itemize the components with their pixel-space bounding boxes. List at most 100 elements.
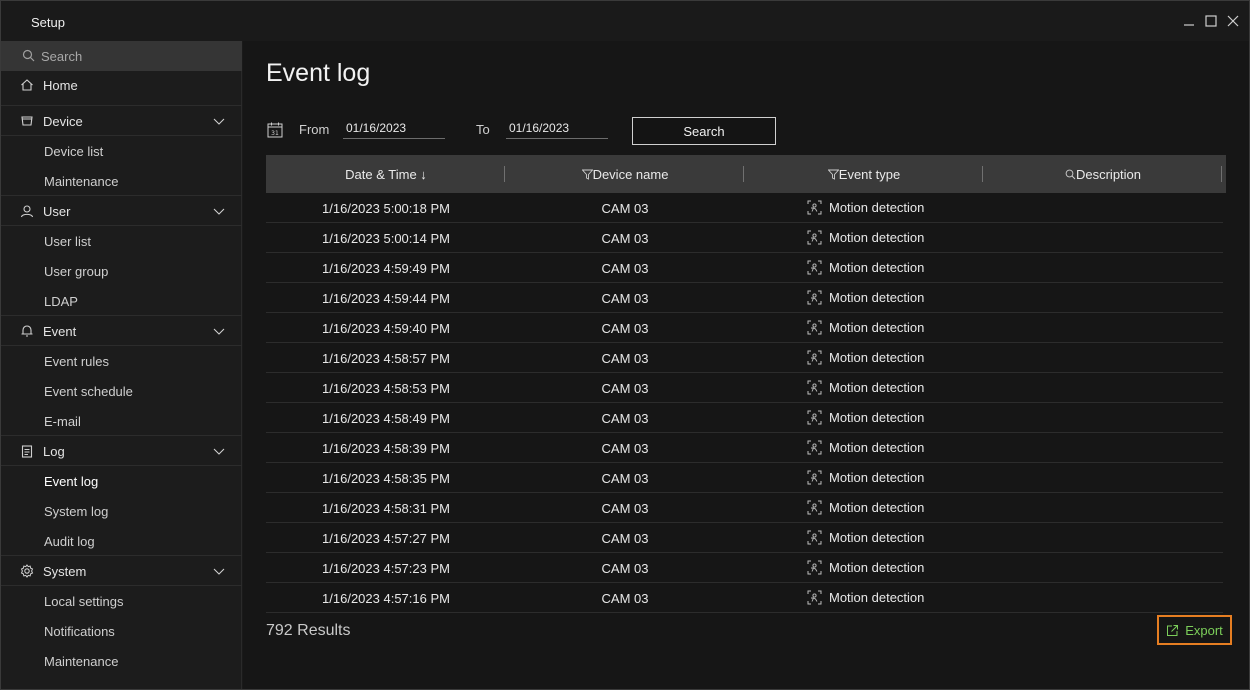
sidebar-item-user-group[interactable]: User group — [1, 256, 242, 286]
motion-detection-icon — [807, 440, 822, 455]
table-row[interactable]: 1/16/2023 4:57:27 PM CAM 03 Motion detecti… — [266, 523, 1223, 553]
event-type-label: Motion detection — [829, 380, 925, 395]
cell-datetime: 1/16/2023 4:58:39 PM — [322, 441, 450, 456]
cell-device-name: CAM 03 — [601, 321, 649, 336]
sidebar-item-audit-log[interactable]: Audit log — [1, 526, 242, 556]
cell-device-name: CAM 03 — [601, 351, 649, 366]
cell-datetime: 1/16/2023 4:59:40 PM — [322, 321, 450, 336]
cell-device-name: CAM 03 — [601, 411, 649, 426]
cell-event-type: Motion detection — [807, 440, 924, 455]
sidebar-item-ldap[interactable]: LDAP — [1, 286, 242, 316]
column-header-datetime[interactable]: Date & Time ↓ — [266, 155, 506, 193]
sidebar-item-notifications[interactable]: Notifications — [1, 616, 242, 646]
sidebar-item-local-settings[interactable]: Local settings — [1, 586, 242, 616]
export-button[interactable]: Export — [1157, 615, 1232, 645]
cell-datetime: 1/16/2023 4:58:49 PM — [322, 411, 450, 426]
table-row[interactable]: 1/16/2023 4:58:57 PM CAM 03 Motion detecti… — [266, 343, 1223, 373]
sidebar-item-event-log[interactable]: Event log — [1, 466, 242, 496]
motion-detection-icon — [807, 410, 822, 425]
close-icon[interactable] — [1225, 13, 1241, 29]
minimize-icon[interactable] — [1181, 13, 1197, 29]
column-header-event-type[interactable]: Event type — [744, 155, 984, 193]
sidebar-search-input[interactable] — [41, 41, 231, 71]
table-body: 1/16/2023 5:00:18 PM CAM 03 Motion detecti… — [266, 193, 1226, 613]
cell-event-type: Motion detection — [807, 320, 924, 335]
sidebar-item-event-schedule[interactable]: Event schedule — [1, 376, 242, 406]
chevron-down-icon — [213, 328, 225, 335]
to-date-field[interactable] — [506, 117, 608, 139]
column-divider[interactable] — [1221, 166, 1222, 182]
search-button[interactable]: Search — [632, 117, 776, 145]
sidebar-item-email[interactable]: E-mail — [1, 406, 242, 436]
date-filter-bar: 31 From To Search — [266, 117, 1246, 147]
cell-device-name: CAM 03 — [601, 381, 649, 396]
event-type-label: Motion detection — [829, 260, 925, 275]
sidebar-item-user-list[interactable]: User list — [1, 226, 242, 256]
cell-event-type: Motion detection — [807, 260, 924, 275]
event-type-label: Motion detection — [829, 500, 925, 515]
chevron-down-icon — [213, 568, 225, 575]
filter-icon[interactable] — [827, 169, 839, 180]
event-type-label: Motion detection — [829, 590, 925, 605]
cell-datetime: 1/16/2023 4:59:44 PM — [322, 291, 450, 306]
event-type-label: Motion detection — [829, 470, 925, 485]
table-row[interactable]: 1/16/2023 4:59:40 PM CAM 03 Motion detecti… — [266, 313, 1223, 343]
cell-datetime: 1/16/2023 4:57:27 PM — [322, 531, 450, 546]
from-label: From — [299, 122, 330, 137]
to-label: To — [476, 122, 490, 137]
table-row[interactable]: 1/16/2023 4:58:49 PM CAM 03 Motion detecti… — [266, 403, 1223, 433]
motion-detection-icon — [807, 380, 822, 395]
column-header-device-name[interactable]: Device name — [505, 155, 745, 193]
from-date-field[interactable] — [343, 117, 445, 139]
main-panel: Event log 31 From To Search Date & Time … — [243, 41, 1249, 689]
event-log-table: Date & Time ↓ Device name Event type Des… — [266, 155, 1226, 613]
page-title: Event log — [266, 59, 371, 87]
gear-icon — [20, 564, 34, 578]
table-row[interactable]: 1/16/2023 4:58:31 PM CAM 03 Motion detecti… — [266, 493, 1223, 523]
cell-device-name: CAM 03 — [601, 561, 649, 576]
sidebar-group-user[interactable]: User — [1, 196, 242, 226]
sidebar-item-system-maintenance[interactable]: Maintenance — [1, 646, 242, 676]
table-row[interactable]: 1/16/2023 4:57:16 PM CAM 03 Motion detecti… — [266, 583, 1223, 613]
table-row[interactable]: 1/16/2023 4:57:23 PM CAM 03 Motion detecti… — [266, 553, 1223, 583]
chevron-down-icon — [213, 208, 225, 215]
sidebar-item-event-rules[interactable]: Event rules — [1, 346, 242, 376]
table-row[interactable]: 1/16/2023 5:00:14 PM CAM 03 Motion detecti… — [266, 223, 1223, 253]
cell-device-name: CAM 03 — [601, 261, 649, 276]
search-icon[interactable] — [1065, 169, 1076, 180]
table-row[interactable]: 1/16/2023 5:00:18 PM CAM 03 Motion detecti… — [266, 193, 1223, 223]
motion-detection-icon — [807, 530, 822, 545]
sidebar-item-home[interactable]: Home — [1, 71, 242, 106]
cell-datetime: 1/16/2023 4:58:35 PM — [322, 471, 450, 486]
table-row[interactable]: 1/16/2023 4:58:53 PM CAM 03 Motion detecti… — [266, 373, 1223, 403]
cell-datetime: 1/16/2023 4:57:16 PM — [322, 591, 450, 606]
home-icon — [21, 79, 33, 91]
column-header-description[interactable]: Description — [983, 155, 1223, 193]
calendar-icon[interactable]: 31 — [266, 121, 284, 139]
table-row[interactable]: 1/16/2023 4:58:39 PM CAM 03 Motion detecti… — [266, 433, 1223, 463]
cell-datetime: 1/16/2023 4:58:31 PM — [322, 501, 450, 516]
cell-datetime: 1/16/2023 5:00:14 PM — [322, 231, 450, 246]
sidebar-item-device-list[interactable]: Device list — [1, 136, 242, 166]
sidebar-group-system[interactable]: System — [1, 556, 242, 586]
chevron-down-icon — [213, 448, 225, 455]
sidebar-group-device[interactable]: Device — [1, 106, 242, 136]
sidebar-group-event[interactable]: Event — [1, 316, 242, 346]
maximize-icon[interactable] — [1203, 13, 1219, 29]
event-type-label: Motion detection — [829, 230, 925, 245]
sidebar-item-device-maintenance[interactable]: Maintenance — [1, 166, 242, 196]
device-icon — [21, 116, 33, 126]
table-row[interactable]: 1/16/2023 4:59:44 PM CAM 03 Motion detecti… — [266, 283, 1223, 313]
cell-event-type: Motion detection — [807, 530, 924, 545]
motion-detection-icon — [807, 200, 822, 215]
cell-device-name: CAM 03 — [601, 471, 649, 486]
sidebar-group-log[interactable]: Log — [1, 436, 242, 466]
sidebar-item-system-log[interactable]: System log — [1, 496, 242, 526]
clipboard-icon — [21, 445, 33, 458]
table-row[interactable]: 1/16/2023 4:59:49 PM CAM 03 Motion detecti… — [266, 253, 1223, 283]
chevron-down-icon — [213, 118, 225, 125]
table-row[interactable]: 1/16/2023 4:58:35 PM CAM 03 Motion detecti… — [266, 463, 1223, 493]
results-count: 792 Results — [266, 622, 351, 639]
cell-event-type: Motion detection — [807, 410, 924, 425]
filter-icon[interactable] — [581, 169, 593, 180]
